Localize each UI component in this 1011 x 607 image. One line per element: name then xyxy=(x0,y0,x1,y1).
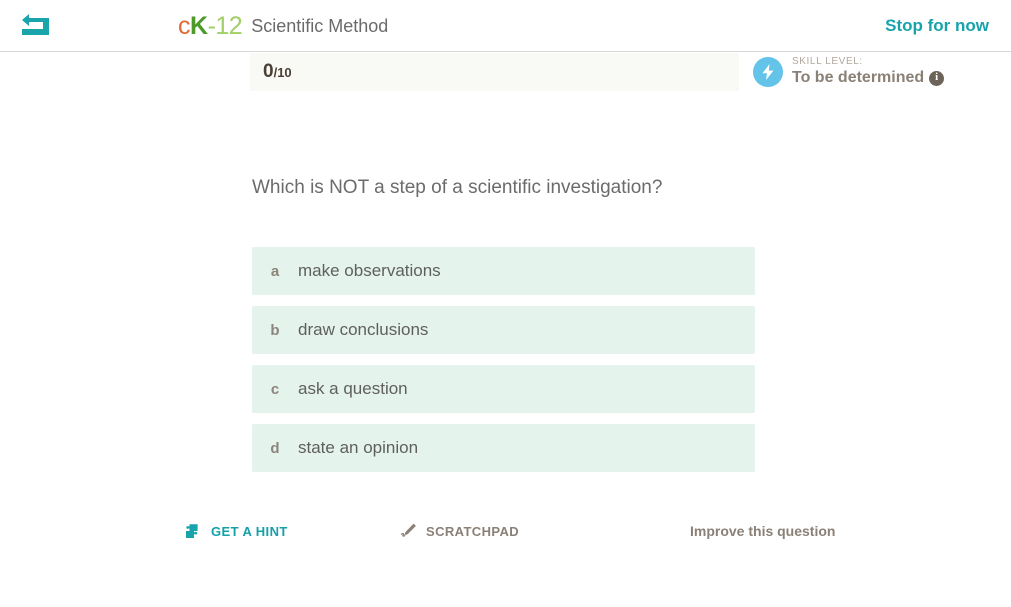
skill-level-block: SKILL LEVEL: To be determined i xyxy=(753,56,945,87)
lightning-bolt-glyph xyxy=(762,64,774,80)
answer-choice-b[interactable]: b draw conclusions xyxy=(252,306,755,354)
get-a-hint-label: GET A HINT xyxy=(211,523,288,539)
choice-letter: d xyxy=(270,439,280,457)
info-icon[interactable]: i xyxy=(929,70,945,86)
puzzle-piece-icon xyxy=(186,524,198,538)
choice-text: make observations xyxy=(298,261,441,280)
question-toolbar: GET A HINT SCRATCHPAD Improve this quest… xyxy=(0,518,1011,550)
back-arrow-icon[interactable] xyxy=(19,12,51,40)
scratchpad-label: SCRATCHPAD xyxy=(426,523,520,539)
answer-choice-list: a make observations b draw conclusions c… xyxy=(252,247,755,483)
choice-letter: a xyxy=(270,262,280,280)
skill-level-value-row: To be determined i xyxy=(792,68,945,87)
lightning-bolt-icon xyxy=(753,57,783,87)
back-arrow-glyph xyxy=(22,14,49,35)
answer-choice-d[interactable]: d state an opinion xyxy=(252,424,755,472)
pencil-icon xyxy=(400,523,416,537)
brand-block[interactable]: cK-12 Scientific Method xyxy=(178,0,388,52)
choice-letter: c xyxy=(270,380,280,398)
score-total: /10 xyxy=(273,65,292,80)
choice-text: draw conclusions xyxy=(298,320,429,339)
improve-this-question-button[interactable]: Improve this question xyxy=(690,518,835,544)
get-a-hint-button[interactable]: GET A HINT xyxy=(183,518,288,544)
score-display: 0/10 xyxy=(263,61,292,83)
logo-part-c: c xyxy=(178,11,191,40)
skill-level-text: SKILL LEVEL: To be determined i xyxy=(792,56,945,87)
ck12-logo: cK-12 xyxy=(178,11,243,40)
stop-for-now-button[interactable]: Stop for now xyxy=(885,0,989,52)
choice-letter: b xyxy=(270,321,280,339)
logo-part-number: -12 xyxy=(207,11,243,40)
choice-text: state an opinion xyxy=(298,438,419,457)
answer-choice-a[interactable]: a make observations xyxy=(252,247,755,295)
answer-choice-c[interactable]: c ask a question xyxy=(252,365,755,413)
app-header: cK-12 Scientific Method Stop for now xyxy=(0,0,1011,52)
score-current: 0 xyxy=(263,61,274,82)
improve-this-question-label: Improve this question xyxy=(690,523,836,539)
skill-level-label: SKILL LEVEL: xyxy=(792,56,863,68)
logo-part-k: K xyxy=(190,11,208,40)
skill-level-value: To be determined xyxy=(792,68,925,86)
scratchpad-button[interactable]: SCRATCHPAD xyxy=(400,518,519,544)
page-title: Scientific Method xyxy=(251,15,389,36)
score-bar: 0/10 xyxy=(250,53,739,91)
choice-text: ask a question xyxy=(298,379,408,398)
question-text: Which is NOT a step of a scientific inve… xyxy=(252,177,663,198)
